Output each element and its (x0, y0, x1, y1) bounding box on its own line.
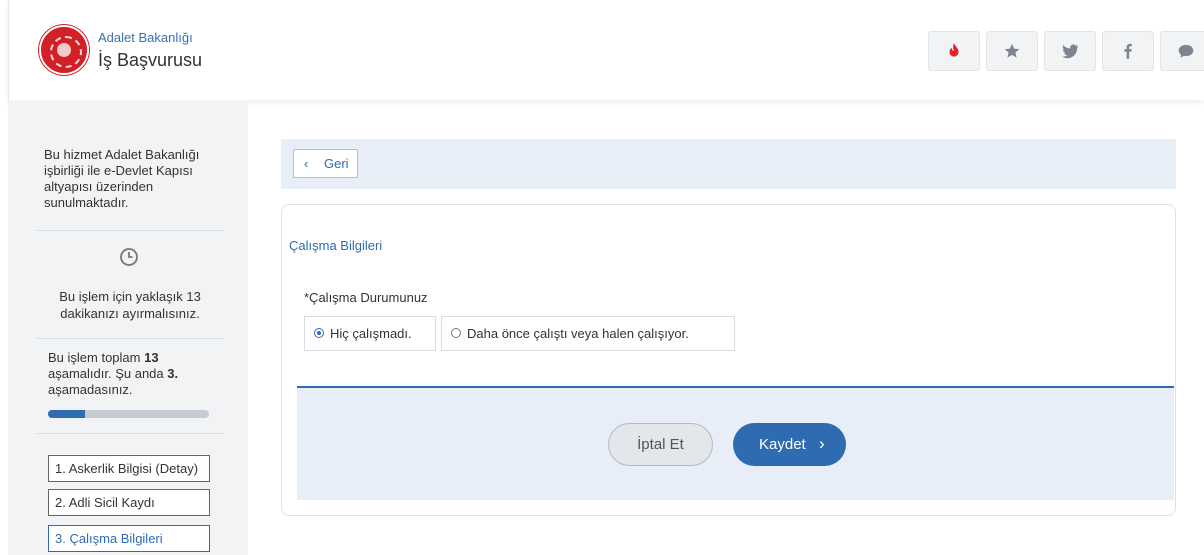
radio-selected-icon (314, 328, 324, 338)
twitter-share-button[interactable] (1044, 31, 1096, 71)
back-bar (281, 139, 1176, 189)
feedback-button[interactable] (1160, 31, 1204, 71)
progress-fill (48, 410, 86, 418)
service-title: İş Başvurusu (98, 50, 203, 70)
popular-button[interactable] (928, 31, 980, 71)
sidebar-divider (36, 433, 224, 434)
sidebar-divider (36, 338, 224, 339)
save-button[interactable]: Kaydet › (733, 423, 846, 466)
work-status-label: *Çalışma Durumunuz (304, 290, 428, 305)
radio-worked-before[interactable]: Daha önce çalıştı veya halen çalışıyor. (441, 316, 735, 351)
facebook-icon (1124, 43, 1132, 59)
header-actions (928, 31, 1204, 71)
org-name: Adalet Bakanlığı (98, 30, 193, 45)
cancel-button[interactable]: İptal Et (608, 423, 713, 466)
step-status-text: Bu işlem toplam 13 aşamalıdır. Şu anda 3… (48, 350, 218, 398)
ministry-logo (39, 25, 89, 75)
chat-icon (1178, 44, 1194, 58)
steps-text-part: aşamalıdır. Şu anda (48, 366, 168, 381)
sidebar-divider (36, 230, 224, 231)
steps-text-part: Bu işlem toplam (48, 350, 145, 365)
service-info-text: Bu hizmet Adalet Bakanlığı işbirliği ile… (44, 147, 200, 210)
back-button[interactable]: ‹ Geri (293, 149, 358, 178)
steps-text-part: aşamadasınız. (48, 382, 133, 397)
radio-label: Daha önce çalıştı veya halen çalışıyor. (467, 326, 689, 341)
favorite-button[interactable] (986, 31, 1038, 71)
estimated-time-text: Bu işlem için yaklaşık 13 dakikanızı ayı… (59, 289, 201, 321)
radio-unselected-icon (451, 328, 461, 338)
current-step: 3. (167, 366, 179, 381)
step-item-calisma-bilgileri[interactable]: 3. Çalışma Bilgileri (48, 525, 210, 552)
fire-icon (949, 43, 959, 57)
back-button-label: Geri (324, 156, 349, 171)
radio-never-worked[interactable]: Hiç çalışmadı. (304, 316, 436, 351)
section-title: Çalışma Bilgileri (289, 238, 383, 253)
star-icon (1004, 43, 1020, 58)
save-button-label: Kaydet (759, 436, 806, 453)
twitter-icon (1062, 44, 1078, 59)
progress-bar (48, 410, 209, 418)
chevron-right-icon: › (819, 434, 825, 453)
header: Adalet Bakanlığı İş Başvurusu (8, 0, 1204, 100)
step-item-adli-sicil[interactable]: 2. Adli Sicil Kaydı (48, 489, 210, 516)
step-item-askerlik[interactable]: 1. Askerlik Bilgisi (Detay) (48, 455, 210, 482)
facebook-share-button[interactable] (1102, 31, 1154, 71)
chevron-left-icon: ‹ (304, 156, 309, 171)
clock-icon (120, 248, 138, 266)
total-steps: 13 (144, 350, 159, 365)
radio-label: Hiç çalışmadı. (330, 326, 412, 341)
